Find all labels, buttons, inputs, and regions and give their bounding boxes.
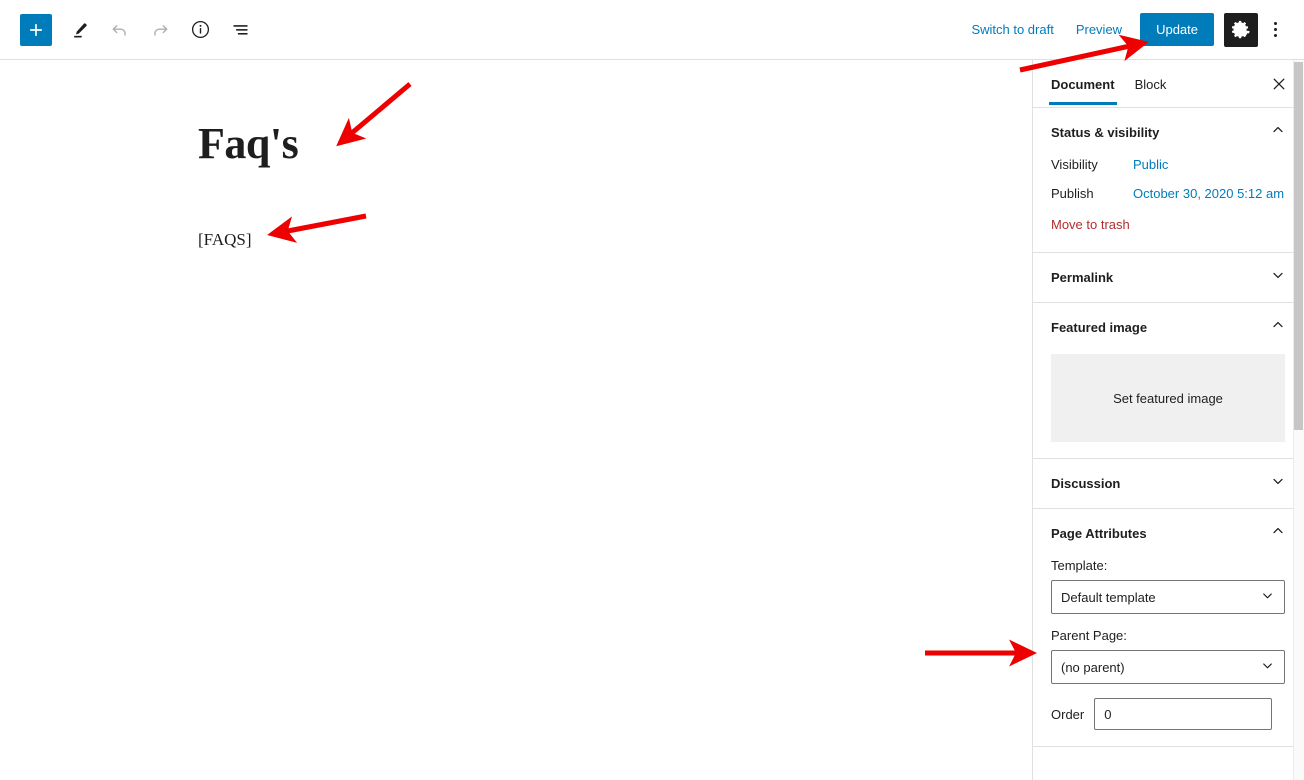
- visibility-label: Visibility: [1051, 157, 1098, 172]
- document-settings-sidebar: Document Block Status & visibility Visib…: [1032, 60, 1304, 780]
- chevron-up-icon[interactable]: [1270, 317, 1286, 338]
- move-to-trash-button[interactable]: Move to trash: [1051, 217, 1130, 232]
- list-view-icon[interactable]: [222, 12, 258, 48]
- panel-title: Discussion: [1051, 476, 1121, 491]
- toolbar-right-group: Switch to draft Preview Update: [961, 12, 1304, 48]
- chevron-down-icon[interactable]: [1270, 267, 1286, 288]
- chevron-down-icon[interactable]: [1270, 473, 1286, 494]
- editor-canvas[interactable]: Faq's [FAQS]: [0, 60, 1032, 780]
- undo-icon[interactable]: [102, 12, 138, 48]
- panel-permalink-header[interactable]: Permalink: [1033, 253, 1304, 302]
- chevron-up-icon[interactable]: [1270, 122, 1286, 143]
- tab-block[interactable]: Block: [1125, 62, 1177, 105]
- panel-status-visibility: Status & visibility Visibility Public Pu…: [1033, 108, 1304, 253]
- redo-icon[interactable]: [142, 12, 178, 48]
- panel-featured-image-body: Set featured image: [1033, 354, 1304, 458]
- kebab-dot: [1273, 28, 1277, 31]
- kebab-dot: [1273, 34, 1277, 37]
- wordpress-block-editor: Switch to draft Preview Update Faq's [FA…: [0, 0, 1304, 780]
- info-icon[interactable]: [182, 12, 218, 48]
- page-title[interactable]: Faq's: [198, 122, 299, 166]
- chevron-up-icon[interactable]: [1270, 523, 1286, 544]
- template-label: Template:: [1051, 558, 1108, 573]
- edit-pencil-icon[interactable]: [62, 12, 98, 48]
- order-label: Order: [1051, 706, 1085, 722]
- publish-date-button[interactable]: October 30, 2020 5:12 am: [1133, 186, 1284, 201]
- panel-page-attributes-header[interactable]: Page Attributes: [1033, 509, 1304, 558]
- publish-row: Publish October 30, 2020 5:12 am: [1051, 186, 1286, 201]
- template-selected-value: Default template: [1061, 589, 1156, 605]
- tab-document[interactable]: Document: [1041, 62, 1125, 105]
- set-featured-image-button[interactable]: Set featured image: [1051, 354, 1285, 442]
- publish-label: Publish: [1051, 186, 1094, 201]
- sidebar-tab-bar: Document Block: [1033, 60, 1304, 108]
- panel-featured-image: Featured image Set featured image: [1033, 303, 1304, 459]
- order-row: Order: [1051, 698, 1286, 730]
- shortcode-block[interactable]: [FAQS]: [198, 230, 252, 250]
- template-select[interactable]: Default template: [1051, 580, 1285, 614]
- panel-status-visibility-body: Visibility Public Publish October 30, 20…: [1033, 157, 1304, 252]
- parent-page-label: Parent Page:: [1051, 628, 1127, 643]
- order-input[interactable]: [1094, 698, 1273, 730]
- sidebar-scrollbar-thumb[interactable]: [1294, 62, 1303, 430]
- panel-title: Featured image: [1051, 320, 1148, 335]
- panel-featured-image-header[interactable]: Featured image: [1033, 303, 1304, 352]
- panel-title: Status & visibility: [1051, 125, 1160, 140]
- preview-button[interactable]: Preview: [1066, 14, 1132, 45]
- panel-discussion-header[interactable]: Discussion: [1033, 459, 1304, 508]
- panel-page-attributes-body: Template: Default template Parent Page: …: [1033, 558, 1304, 746]
- panel-page-attributes: Page Attributes Template: Default templa…: [1033, 509, 1304, 747]
- chevron-down-icon: [1260, 588, 1275, 606]
- update-button[interactable]: Update: [1140, 13, 1214, 46]
- panel-status-visibility-header[interactable]: Status & visibility: [1033, 108, 1304, 157]
- close-icon[interactable]: [1262, 67, 1296, 101]
- parent-page-selected-value: (no parent): [1061, 659, 1125, 675]
- editor-top-toolbar: Switch to draft Preview Update: [0, 0, 1304, 60]
- gear-icon[interactable]: [1224, 12, 1258, 47]
- parent-page-select[interactable]: (no parent): [1051, 650, 1285, 684]
- add-block-icon[interactable]: [20, 13, 52, 46]
- kebab-menu-icon[interactable]: [1260, 12, 1290, 48]
- toolbar-left-group: [0, 12, 258, 48]
- switch-to-draft-button[interactable]: Switch to draft: [961, 14, 1063, 45]
- panel-discussion: Discussion: [1033, 459, 1304, 509]
- panel-title: Permalink: [1051, 270, 1114, 285]
- visibility-row: Visibility Public: [1051, 157, 1286, 172]
- kebab-dot: [1273, 22, 1277, 25]
- panel-title: Page Attributes: [1051, 526, 1147, 541]
- visibility-value-button[interactable]: Public: [1133, 157, 1168, 172]
- chevron-down-icon: [1260, 658, 1275, 676]
- panel-permalink: Permalink: [1033, 253, 1304, 303]
